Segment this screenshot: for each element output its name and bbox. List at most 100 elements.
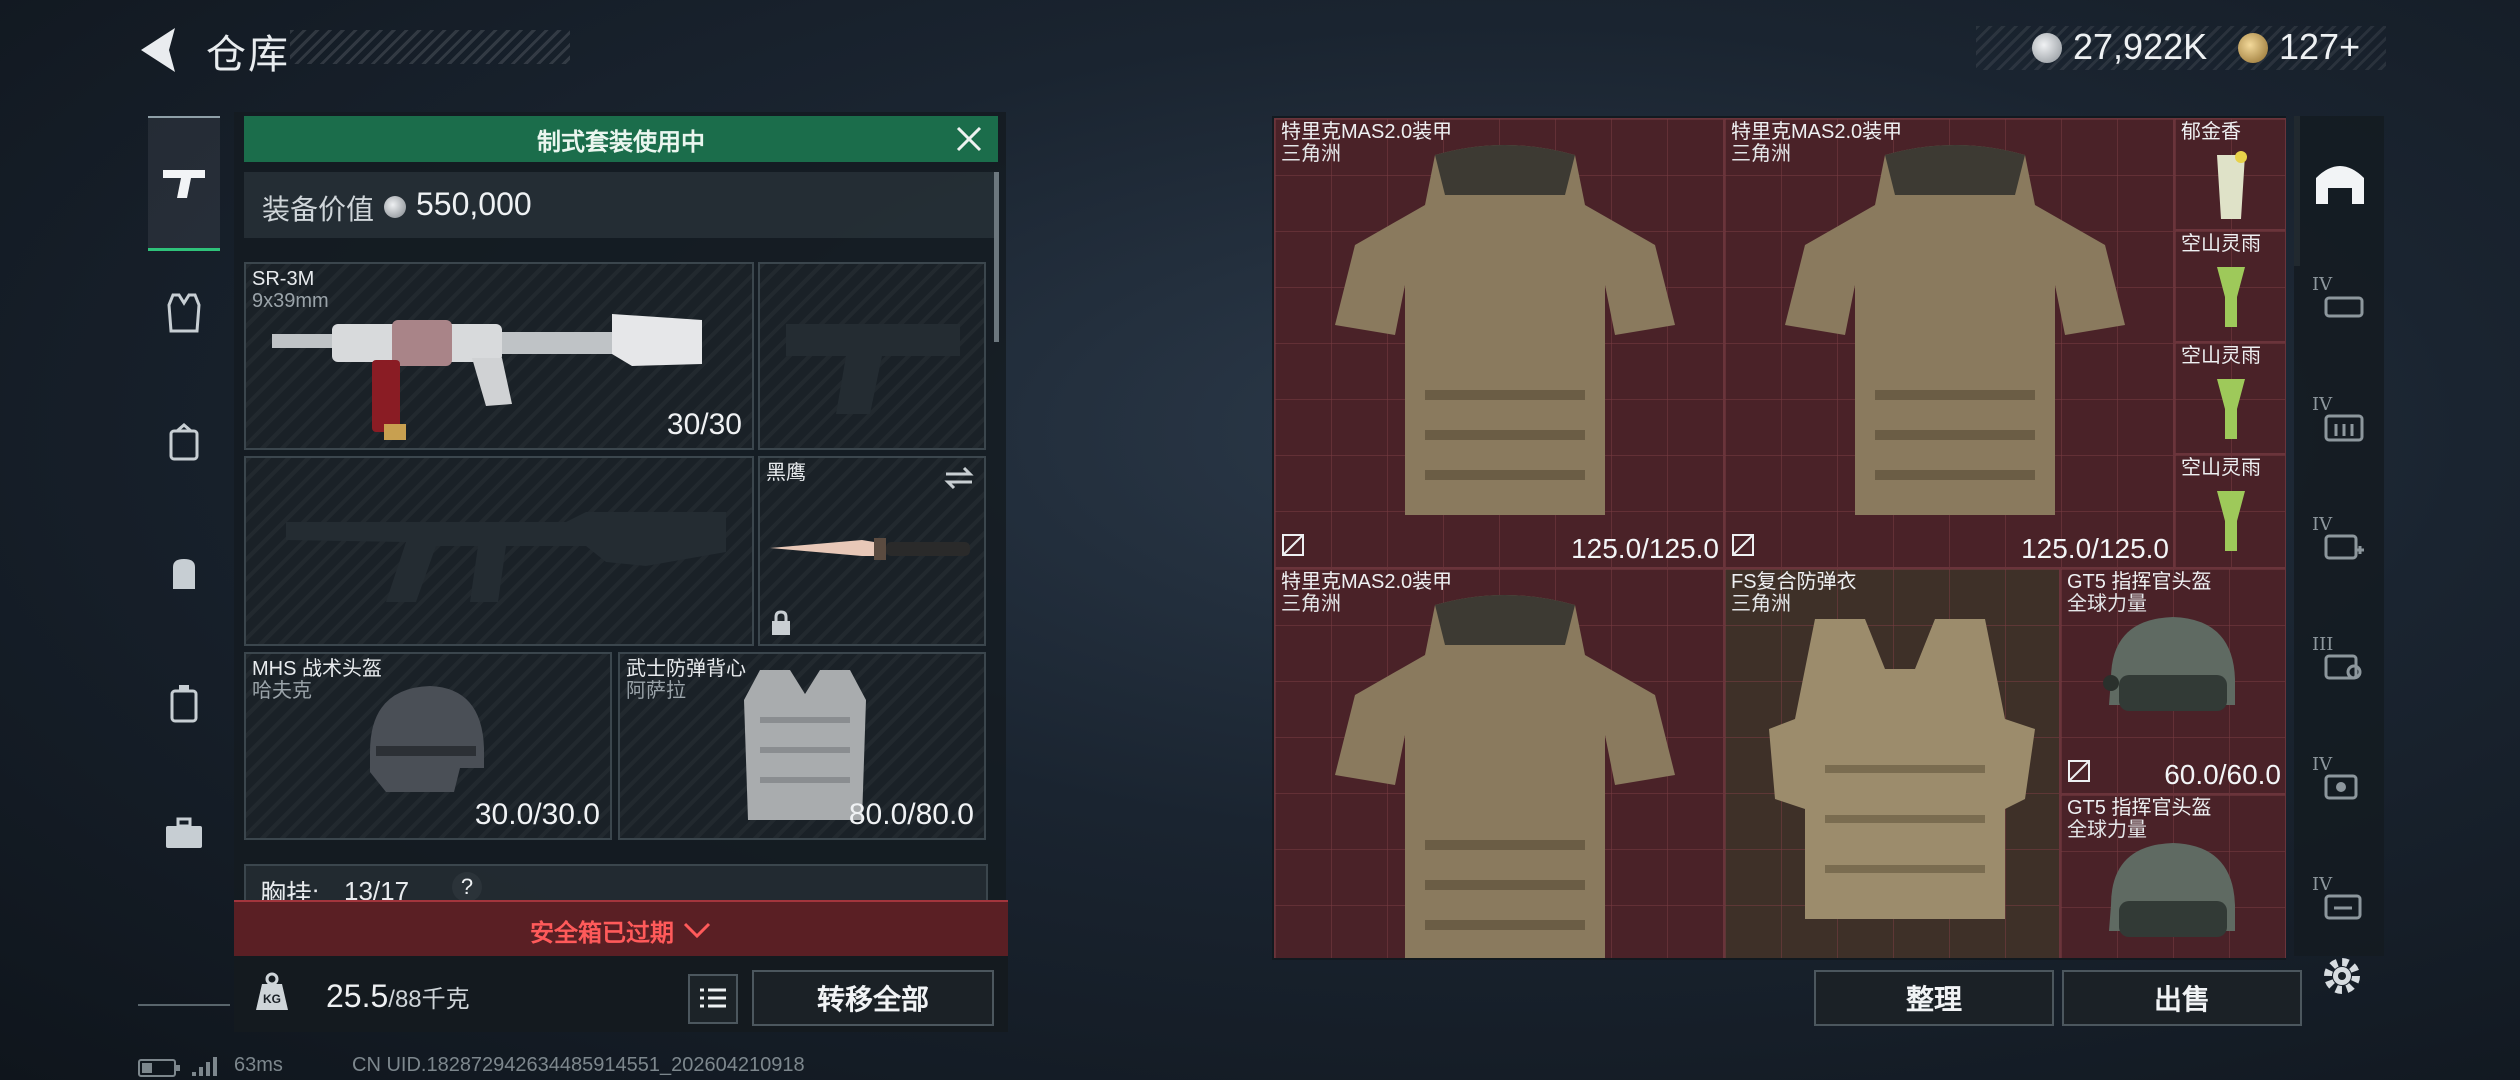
item-brand: 三角洲	[1281, 143, 1341, 165]
title-decoration	[290, 30, 570, 64]
storage-tabs-rail: IV IV IV III IV IV	[2294, 116, 2384, 956]
equip-value: 550,000	[416, 186, 532, 222]
item-name: GT5 指挥官头盔	[2067, 571, 2212, 593]
storage-grid: 特里克MAS2.0装甲 三角洲 125.0/125.0 特里克MAS2.0装甲 …	[1274, 118, 2286, 958]
item-brand: 三角洲	[1731, 593, 1791, 615]
item-name: GT5 指挥官头盔	[2067, 797, 2212, 819]
weight-current: 25.5	[326, 978, 389, 1014]
no-trade-icon	[1282, 534, 1304, 556]
toolbox-icon	[166, 817, 202, 848]
helmet-durability: 30.0/30.0	[474, 798, 600, 831]
armor-image	[1335, 595, 1675, 958]
sort-button[interactable]: 整理	[1814, 970, 2054, 1026]
storage-tab[interactable]: IV	[2312, 394, 2368, 450]
helmet-image	[2103, 617, 2235, 711]
helmet-brand: 哈夫克	[252, 680, 312, 702]
nav-rig[interactable]	[148, 378, 220, 508]
help-icon[interactable]: ?	[452, 872, 482, 902]
case-icon	[170, 685, 198, 723]
valuables-box-icon	[2324, 894, 2362, 920]
close-icon[interactable]	[954, 124, 984, 154]
weapon-ammo: 30/30	[666, 408, 742, 441]
equip-value-row: 装备价值 550,000	[244, 172, 998, 238]
warehouse-icon[interactable]	[2312, 154, 2368, 210]
drink-image	[2217, 267, 2245, 327]
storage-tab[interactable]: IV	[2312, 754, 2368, 810]
rig-icon	[169, 423, 199, 461]
storage-item[interactable]: 郁金香	[2174, 118, 2286, 230]
currency-secondary[interactable]: 127+	[2279, 26, 2360, 68]
armor-image	[1785, 145, 2125, 515]
weight-icon: KG	[254, 972, 290, 1012]
weight-max: /88千克	[388, 986, 470, 1013]
item-name: 郁金香	[2181, 121, 2241, 143]
armor-image	[1335, 145, 1675, 515]
loadout-scrollbar[interactable]	[994, 172, 999, 342]
backpack-icon	[173, 559, 195, 589]
item-name: 空山灵雨	[2181, 233, 2261, 255]
storage-item[interactable]: FS复合防弹衣 三角洲	[1724, 568, 2060, 958]
item-brand: 三角洲	[1281, 593, 1341, 615]
item-name: 空山灵雨	[2181, 457, 2261, 479]
storage-item[interactable]: 空山灵雨	[2174, 454, 2286, 568]
slot-armor[interactable]: 武士防弹背心 阿萨拉 80.0/80.0	[618, 652, 986, 840]
equip-value-label: 装备价值	[262, 194, 375, 225]
battery-icon	[138, 1059, 180, 1077]
knife-image	[770, 538, 970, 560]
weapon-name: SR-3M	[252, 268, 315, 290]
storage-item[interactable]: GT5 指挥官头盔 全球力量	[2060, 794, 2286, 958]
page-title: 仓库	[206, 33, 290, 77]
safebox-text: 安全箱已过期	[530, 919, 674, 947]
storage-tab[interactable]: IV	[2312, 274, 2368, 330]
item-durability: 125.0/125.0	[2021, 533, 2169, 564]
storage-item[interactable]: 特里克MAS2.0装甲 三角洲 125.0/125.0	[1274, 118, 1724, 568]
item-name: 特里克MAS2.0装甲	[1281, 121, 1453, 143]
user-uid: CN UID.182872942634485914551_20260421091…	[352, 1054, 805, 1076]
storage-item[interactable]: 特里克MAS2.0装甲 三角洲	[1274, 568, 1724, 958]
vest-icon	[167, 293, 201, 333]
list-view-button[interactable]	[688, 974, 738, 1024]
slot-helmet[interactable]: MHS 战术头盔 哈夫克 30.0/30.0	[244, 652, 612, 840]
storage-item[interactable]: GT5 指挥官头盔 全球力量 60.0/60.0	[2060, 568, 2286, 794]
storage-item[interactable]: 空山灵雨	[2174, 342, 2286, 454]
swap-icon[interactable]	[944, 466, 974, 490]
nav-weapons[interactable]	[148, 116, 220, 251]
back-arrow-icon[interactable]	[135, 24, 179, 76]
storage-item[interactable]: 空山灵雨	[2174, 230, 2286, 342]
list-icon	[700, 988, 726, 1008]
item-brand: 全球力量	[2067, 819, 2147, 841]
armor-durability: 80.0/80.0	[848, 798, 974, 831]
storage-tab[interactable]: IV	[2312, 874, 2368, 930]
storage-tab[interactable]: III	[2312, 634, 2368, 690]
settings-gear-icon[interactable]	[2320, 954, 2364, 998]
no-trade-icon	[1732, 534, 1754, 556]
slot-primary-weapon[interactable]: SR-3M 9x39mm 30/30	[244, 262, 754, 450]
no-trade-icon	[2068, 760, 2090, 782]
item-durability: 125.0/125.0	[1571, 533, 1719, 564]
helmet-image	[370, 686, 484, 792]
rifle-case-icon	[2324, 296, 2364, 318]
slot-pistol[interactable]	[758, 262, 986, 450]
sell-button[interactable]: 出售	[2062, 970, 2302, 1026]
item-name: 空山灵雨	[2181, 345, 2261, 367]
key-box-icon	[2324, 654, 2362, 680]
item-name: 特里克MAS2.0装甲	[1731, 121, 1903, 143]
nav-armor[interactable]	[148, 248, 220, 378]
nav-backpack[interactable]	[148, 508, 220, 638]
lock-icon	[772, 610, 790, 635]
storage-tab[interactable]: IV	[2312, 514, 2368, 570]
armor-image	[1769, 619, 2035, 919]
storage-item[interactable]: 特里克MAS2.0装甲 三角洲 125.0/125.0	[1724, 118, 2174, 568]
kit-banner-text: 制式套装使用中	[537, 128, 705, 156]
pistol-icon	[163, 170, 205, 198]
coin-icon	[2032, 33, 2062, 63]
safebox-expired-banner[interactable]: 安全箱已过期	[234, 900, 1008, 958]
item-durability: 60.0/60.0	[2164, 759, 2281, 790]
nav-toolbox[interactable]	[148, 768, 220, 898]
transfer-all-button[interactable]: 转移全部	[752, 970, 994, 1026]
slot-secondary-weapon[interactable]	[244, 456, 754, 646]
slot-knife[interactable]: 黑鹰	[758, 456, 986, 646]
knife-name: 黑鹰	[766, 462, 806, 484]
nav-case[interactable]	[148, 638, 220, 768]
ping-readout: 63ms	[234, 1054, 283, 1076]
